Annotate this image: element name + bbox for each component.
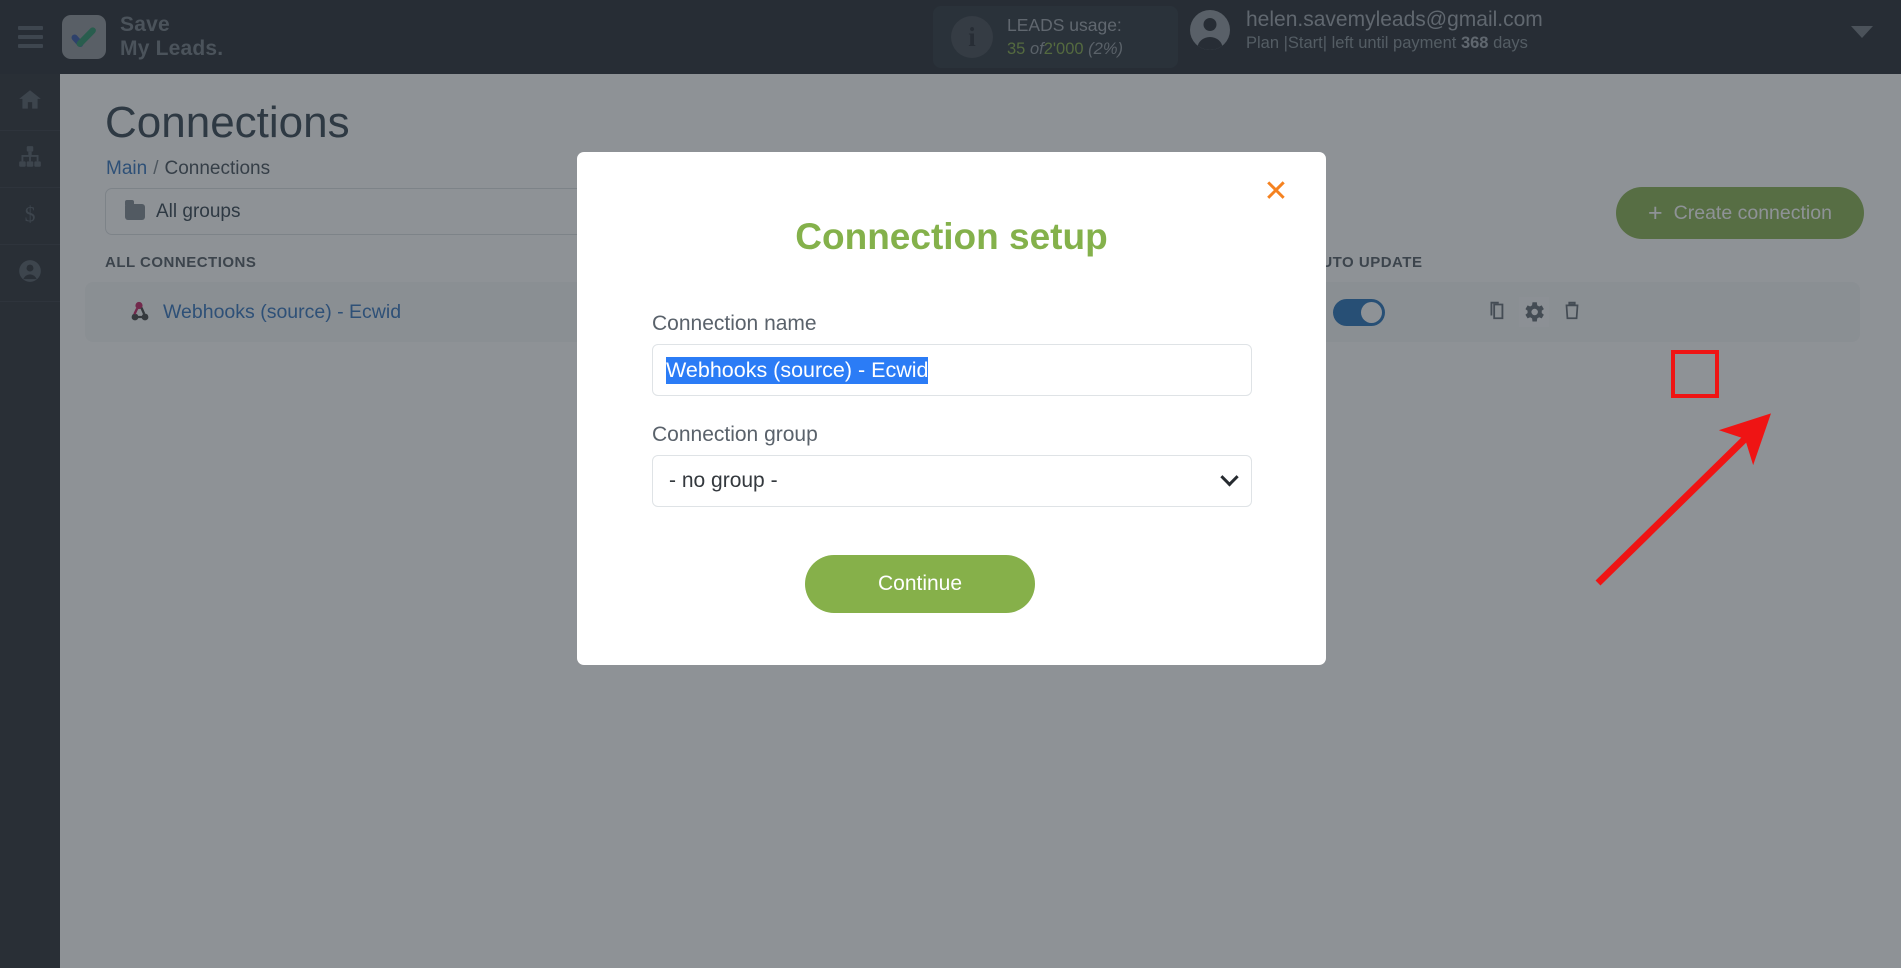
- connection-setup-modal: ✕ Connection setup Connection name Webho…: [577, 152, 1326, 665]
- chevron-down-icon: [1220, 467, 1239, 486]
- modal-title: Connection setup: [795, 216, 1108, 257]
- connection-name-label: Connection name: [652, 312, 817, 335]
- connection-group-value: - no group -: [669, 469, 778, 492]
- close-icon[interactable]: ✕: [1258, 174, 1294, 210]
- connection-name-input[interactable]: Webhooks (source) - Ecwid: [652, 344, 1252, 396]
- continue-button[interactable]: Continue: [805, 555, 1035, 613]
- connection-name-value: Webhooks (source) - Ecwid: [666, 356, 929, 384]
- app-root: Connections Main/Connections All groups …: [0, 0, 1901, 968]
- connection-group-select[interactable]: - no group -: [652, 455, 1252, 507]
- connection-group-label: Connection group: [652, 423, 818, 446]
